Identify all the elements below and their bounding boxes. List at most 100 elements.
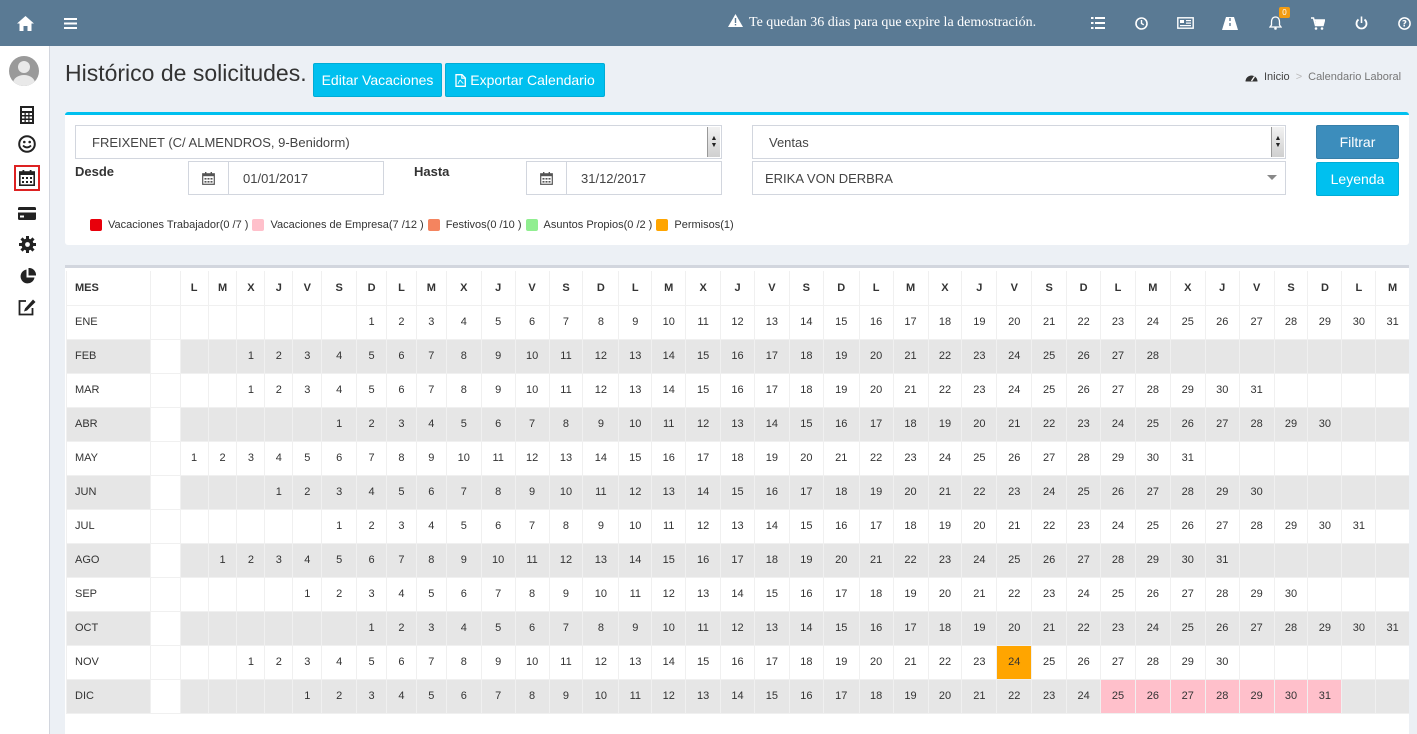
day-cell[interactable]: 4 [415,509,447,544]
day-cell[interactable]: 3 [415,611,447,646]
day-cell[interactable]: 22 [927,339,962,374]
day-cell[interactable]: 15 [822,305,860,340]
day-cell[interactable]: 14 [788,611,824,646]
day-cell[interactable]: 21 [858,543,894,578]
day-cell[interactable]: 2 [236,543,265,578]
day-cell[interactable]: 4 [321,645,357,680]
day-cell[interactable]: 25 [1031,339,1067,374]
day-cell[interactable]: 19 [822,645,860,680]
day-cell[interactable]: 6 [480,407,516,442]
day-cell[interactable]: 28 [1238,509,1275,544]
day-cell[interactable]: 13 [685,577,721,612]
day-cell[interactable]: 20 [788,441,824,476]
day-cell[interactable]: 2 [292,475,322,510]
day-cell[interactable]: 24 [1134,305,1171,340]
day-cell[interactable]: 29 [1100,441,1136,476]
day-cell[interactable]: 11 [618,679,652,714]
day-cell[interactable]: 16 [753,475,790,510]
day-cell[interactable]: 10 [651,611,686,646]
day-cell[interactable]: 28 [1134,373,1171,408]
smile-icon[interactable] [15,132,39,156]
day-cell[interactable]: 16 [685,543,721,578]
day-cell[interactable]: 23 [1031,577,1067,612]
day-cell[interactable]: 12 [651,679,686,714]
day-cell[interactable]: 2 [386,611,417,646]
day-cell[interactable]: 26 [1134,577,1171,612]
breadcrumb-home-link[interactable]: Inicio [1264,71,1290,83]
day-cell[interactable]: 13 [651,475,686,510]
day-cell[interactable]: 6 [356,543,387,578]
center-select[interactable]: FREIXENET (C/ ALMENDROS, 9-Benidorm) ▲ ▼ [75,125,722,159]
day-cell[interactable]: 9 [514,475,550,510]
day-cell[interactable]: 26 [1204,305,1240,340]
day-cell[interactable]: 11 [618,577,652,612]
day-cell[interactable]: 22 [927,373,962,408]
day-cell[interactable]: 27 [1169,577,1206,612]
legend-button[interactable]: Leyenda [1316,162,1399,196]
day-cell[interactable]: 19 [788,543,824,578]
day-cell[interactable]: 31 [1341,509,1376,544]
day-cell[interactable]: 11 [514,543,550,578]
power-icon[interactable] [1346,0,1376,46]
day-cell[interactable]: 25 [996,543,1032,578]
day-cell[interactable]: 1 [356,611,387,646]
day-cell[interactable]: 18 [927,611,962,646]
day-cell[interactable]: 2 [264,645,293,680]
day-cell[interactable]: 27 [1100,339,1136,374]
day-cell[interactable]: 3 [386,509,417,544]
day-cell[interactable]: 8 [548,407,583,442]
edit-vacations-button[interactable]: Editar Vacaciones [313,63,442,97]
day-cell[interactable]: 17 [720,543,755,578]
day-cell[interactable]: 5 [480,305,516,340]
day-cell[interactable]: 23 [996,475,1032,510]
day-cell[interactable]: 28 [1238,407,1275,442]
menu-icon[interactable] [55,0,85,46]
day-cell-highlighted[interactable]: 26 [1134,679,1171,714]
day-cell[interactable]: 10 [514,373,550,408]
day-cell[interactable]: 6 [321,441,357,476]
day-cell[interactable]: 8 [548,509,583,544]
day-cell[interactable]: 28 [1100,543,1136,578]
day-cell[interactable]: 18 [927,305,962,340]
day-cell[interactable]: 1 [264,475,293,510]
day-cell[interactable]: 12 [651,577,686,612]
day-cell[interactable]: 6 [480,509,516,544]
day-cell[interactable]: 21 [892,645,928,680]
day-cell[interactable]: 27 [1100,373,1136,408]
day-cell[interactable]: 24 [1100,407,1136,442]
day-cell-highlighted[interactable]: 27 [1169,679,1206,714]
day-cell[interactable]: 26 [1169,509,1206,544]
day-cell[interactable]: 25 [1100,577,1136,612]
day-cell[interactable]: 25 [1134,407,1171,442]
day-cell[interactable]: 14 [753,509,790,544]
day-cell[interactable]: 23 [892,441,928,476]
day-cell[interactable]: 15 [753,577,790,612]
day-cell[interactable]: 25 [1031,645,1067,680]
day-cell[interactable]: 1 [236,373,265,408]
day-cell[interactable]: 10 [651,305,686,340]
day-cell[interactable]: 8 [445,373,482,408]
day-cell[interactable]: 21 [822,441,860,476]
day-cell[interactable]: 14 [720,577,755,612]
day-cell[interactable]: 26 [1100,475,1136,510]
day-cell[interactable]: 6 [445,577,482,612]
day-cell[interactable]: 10 [582,679,619,714]
day-cell[interactable]: 12 [548,543,583,578]
day-cell[interactable]: 20 [892,475,928,510]
day-cell[interactable]: 10 [445,441,482,476]
day-cell[interactable]: 16 [720,339,755,374]
day-cell[interactable]: 10 [514,645,550,680]
day-cell[interactable]: 7 [415,645,447,680]
day-cell[interactable]: 11 [651,509,686,544]
day-cell[interactable]: 20 [858,373,894,408]
day-cell[interactable]: 1 [292,679,322,714]
day-cell[interactable]: 28 [1169,475,1206,510]
day-cell-highlighted[interactable]: 25 [1100,679,1136,714]
day-cell[interactable]: 8 [514,577,550,612]
day-cell[interactable]: 21 [1031,305,1067,340]
day-cell[interactable]: 5 [356,339,387,374]
day-cell[interactable]: 23 [927,543,962,578]
day-cell[interactable]: 13 [720,407,755,442]
day-cell[interactable]: 30 [1169,543,1206,578]
day-cell[interactable]: 2 [207,441,237,476]
